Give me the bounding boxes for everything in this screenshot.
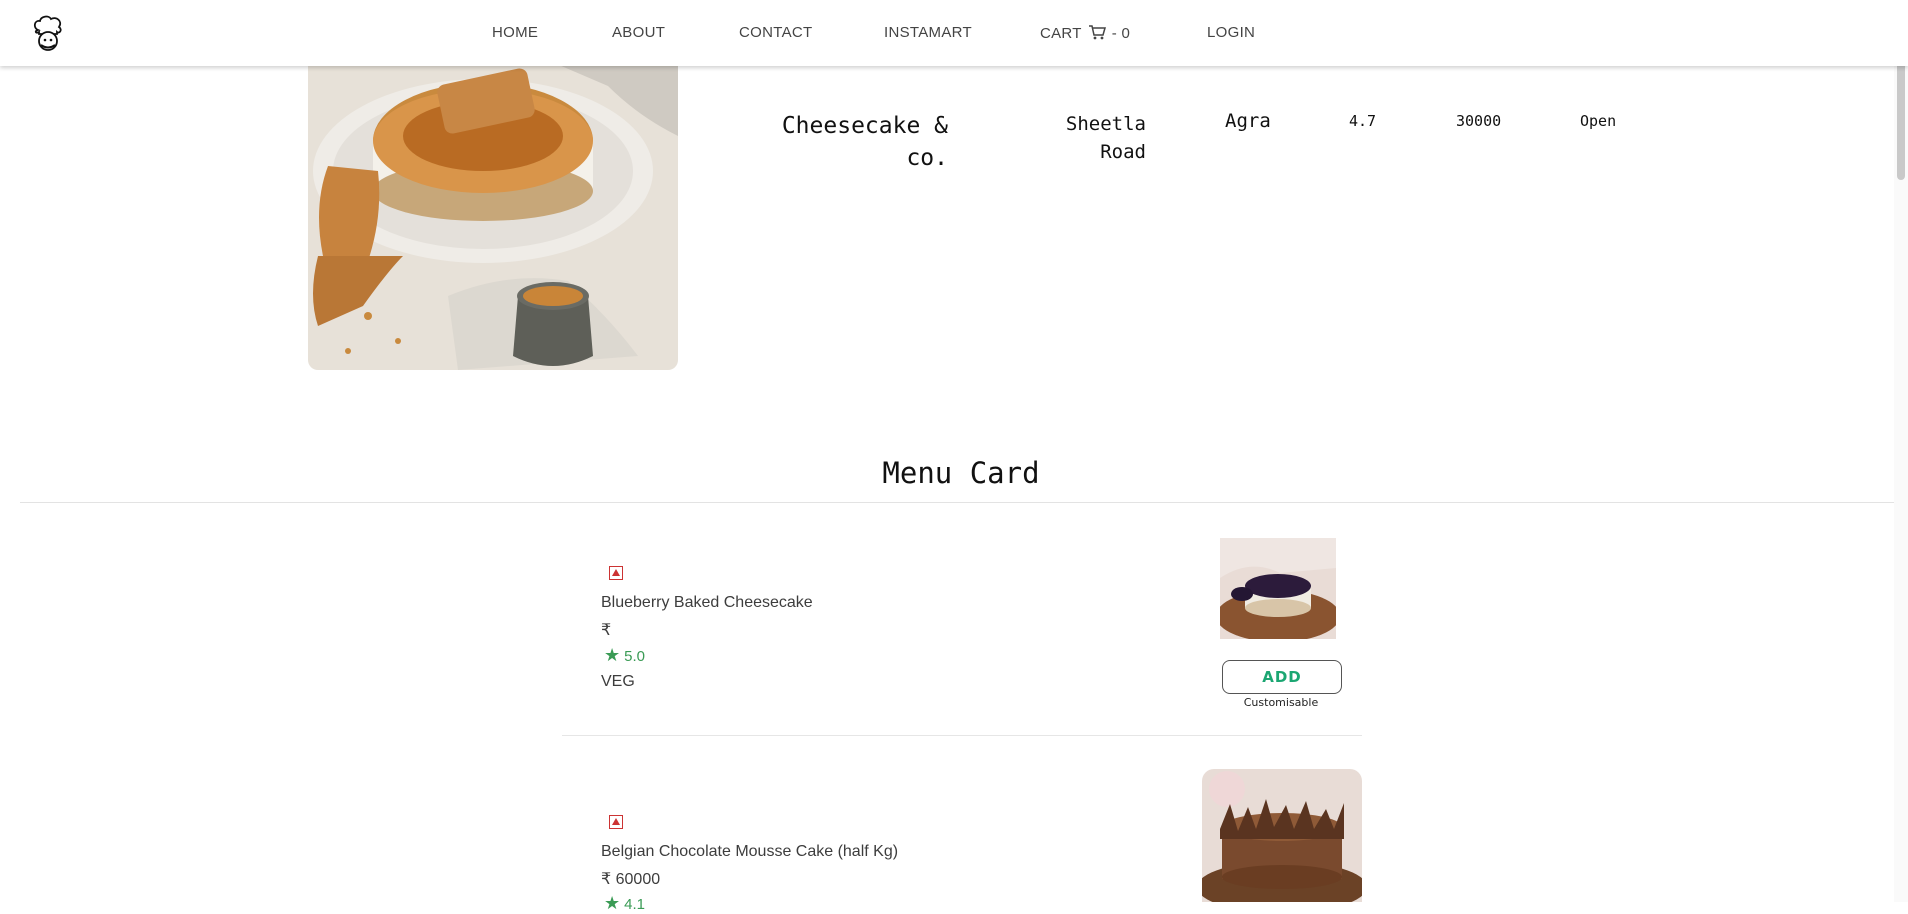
menu-item-name: Belgian Chocolate Mousse Cake (half Kg): [601, 843, 899, 860]
add-to-cart-button[interactable]: ADD: [1222, 660, 1342, 694]
menu-item-image: [1220, 538, 1336, 639]
restaurant-cost: 30000: [1456, 112, 1502, 130]
menu-item-rating-value: 4.1: [624, 896, 645, 913]
nav-about-link[interactable]: ABOUT: [612, 24, 665, 41]
item-divider: [562, 735, 1362, 736]
restaurant-rating: 4.7: [1349, 112, 1377, 130]
menu-divider: [20, 502, 1902, 503]
veg-indicator-icon: [609, 566, 623, 580]
star-icon: ★: [604, 893, 621, 913]
nav-cart-link[interactable]: CART - 0: [1040, 24, 1130, 42]
nav-menu: HOME ABOUT CONTACT INSTAMART CART - 0 LO…: [0, 0, 1908, 66]
menu-item-rating-value: 5.0: [624, 648, 645, 665]
customisable-note: Customisable: [1243, 696, 1319, 709]
restaurant-status: Open: [1580, 112, 1617, 130]
top-navbar: HOME ABOUT CONTACT INSTAMART CART - 0 LO…: [0, 0, 1908, 66]
veg-indicator-icon: [609, 815, 623, 829]
menu-item-name: Blueberry Baked Cheesecake: [601, 594, 813, 611]
cart-icon: [1088, 25, 1106, 40]
menu-item-type: VEG: [601, 673, 635, 690]
page-scrollbar[interactable]: [1894, 0, 1908, 902]
cart-count: - 0: [1111, 25, 1131, 42]
star-icon: ★: [604, 645, 621, 665]
cart-label: CART: [1040, 25, 1082, 42]
nav-instamart-link[interactable]: INSTAMART: [884, 24, 972, 41]
nav-home-link[interactable]: HOME: [492, 24, 538, 41]
nav-login-link[interactable]: LOGIN: [1207, 24, 1255, 41]
menu-item-rating: ★ 5.0: [604, 645, 645, 666]
restaurant-area: Sheetla Road: [1065, 113, 1146, 163]
menu-item-rating: ★ 4.1: [604, 893, 645, 914]
menu-title: Menu Card: [882, 456, 1040, 490]
nav-contact-link[interactable]: CONTACT: [739, 24, 812, 41]
menu-item-price: ₹: [601, 622, 612, 639]
restaurant-name: Cheesecake & co.: [781, 113, 948, 171]
menu-item-image: [1202, 769, 1362, 902]
menu-item-price: ₹ 60000: [601, 871, 661, 888]
restaurant-city: Agra: [1225, 110, 1271, 132]
restaurant-image: [308, 56, 678, 370]
